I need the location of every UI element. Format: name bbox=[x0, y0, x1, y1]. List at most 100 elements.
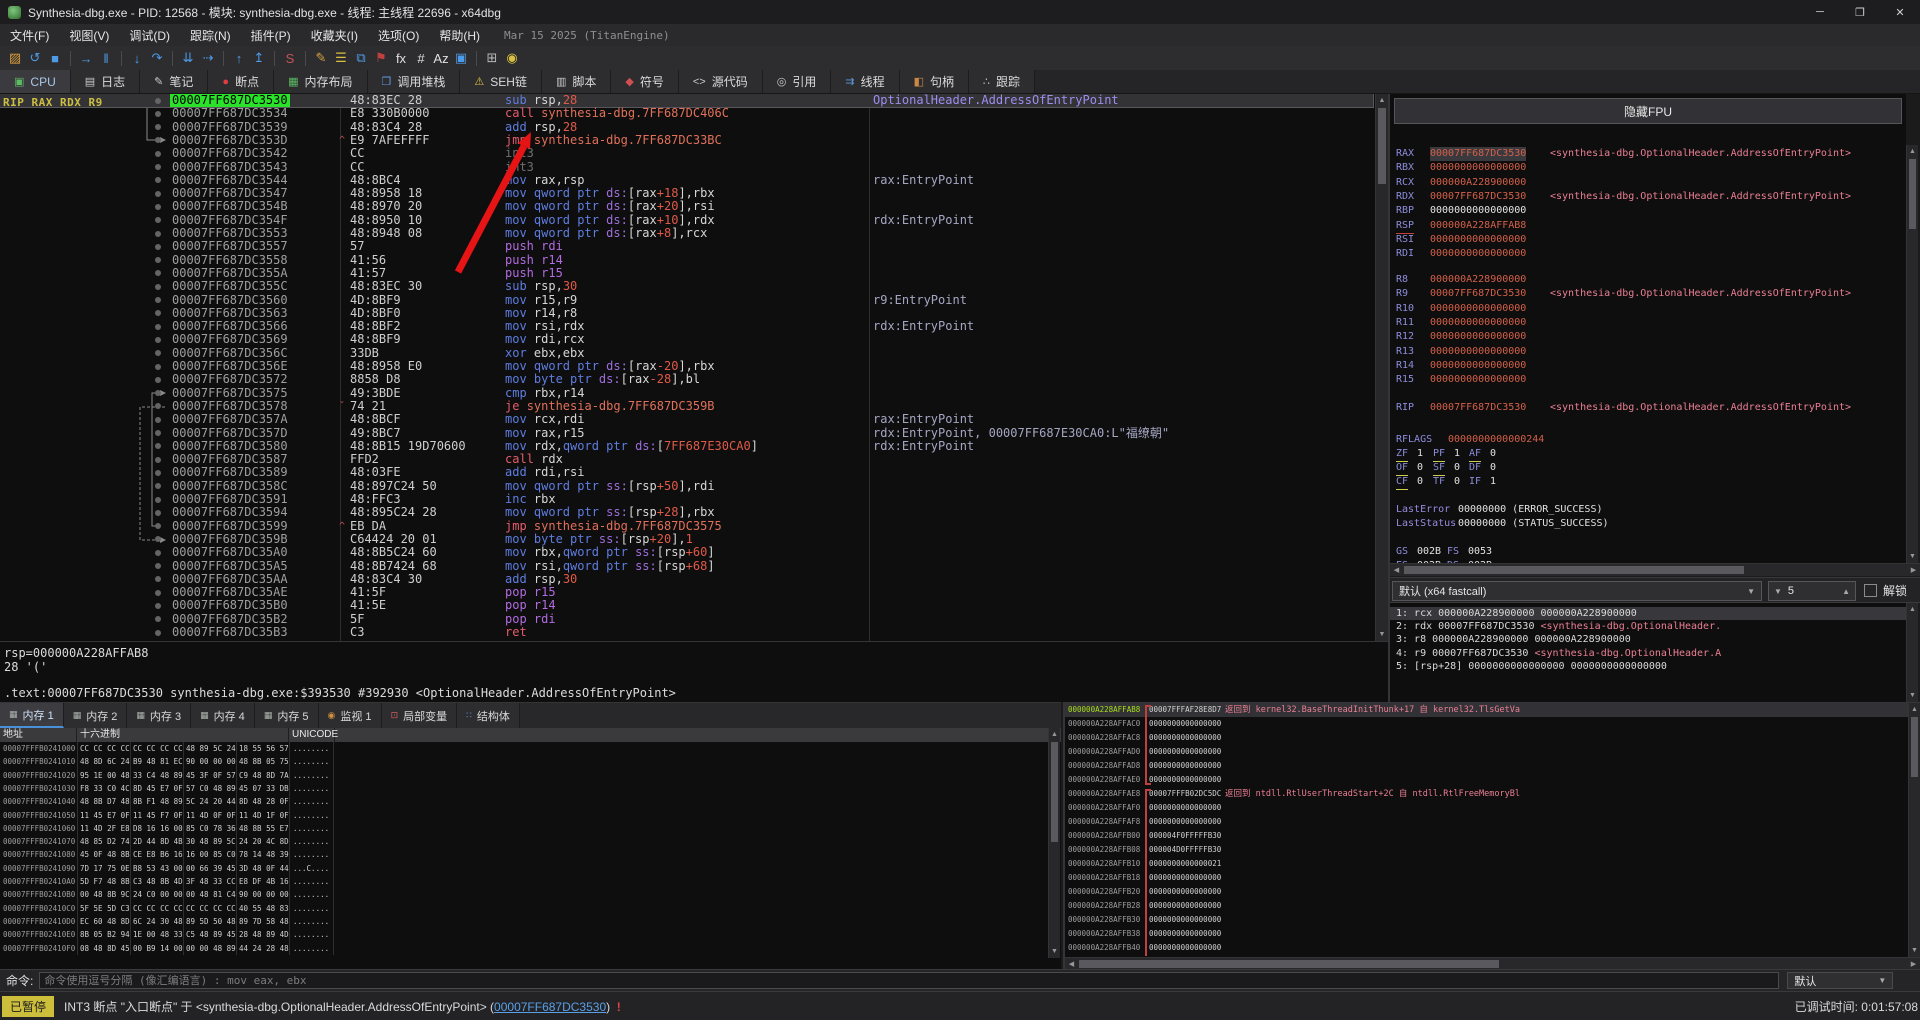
register-row[interactable]: R140000000000000000 bbox=[1390, 359, 1906, 373]
menu-item[interactable]: 视图(V) bbox=[59, 27, 119, 44]
breakpoint-dot[interactable] bbox=[155, 390, 161, 396]
flag-name[interactable]: TF bbox=[1433, 475, 1445, 489]
breakpoint-dot[interactable] bbox=[155, 164, 161, 170]
disasm-row[interactable]: 00007FF687DC354B48:8970 20mov qword ptr … bbox=[0, 200, 1373, 213]
command-profile-select[interactable]: 默认 ▼ bbox=[1787, 972, 1893, 989]
breakpoint-dot[interactable] bbox=[155, 191, 161, 197]
dump-row[interactable]: 00007FFFB02410F008 48 8D 4500 B9 14 0000… bbox=[0, 942, 1048, 955]
breakpoint-dot[interactable] bbox=[155, 177, 161, 183]
tab-call-stack[interactable]: ❐调用堆栈 bbox=[368, 70, 461, 93]
register-row[interactable]: CF0TF0IF1 bbox=[1390, 475, 1906, 489]
breakpoint-dot[interactable] bbox=[155, 510, 161, 516]
registers-scrollbar[interactable]: ▲ ▼ bbox=[1906, 145, 1918, 563]
registers-pane[interactable]: RAX00007FF687DC3530<synthesia-dbg.Option… bbox=[1390, 94, 1906, 563]
register-row[interactable]: R900007FF687DC3530<synthesia-dbg.Optiona… bbox=[1390, 287, 1906, 301]
dump-row[interactable]: 00007FFFB02410E08B 05 B2 941E 00 48 33C5… bbox=[0, 928, 1048, 941]
disassembly-pane[interactable]: 00007FF687DC353048:83EC 28sub rsp,28Opti… bbox=[0, 94, 1375, 641]
tab-log[interactable]: ▤日志 bbox=[71, 70, 140, 93]
stack-row[interactable]: 000000A228AFFB100000000000000021 bbox=[1065, 857, 1908, 871]
flag-name[interactable]: OF bbox=[1396, 461, 1408, 476]
dump-row[interactable]: 00007FFFB024102095 1E 00 4833 C4 48 8945… bbox=[0, 769, 1048, 782]
stack-row[interactable]: 000000A228AFFAF80000000000000000 bbox=[1065, 815, 1908, 829]
register-value[interactable]: 0000000000000000 bbox=[1430, 359, 1526, 373]
breakpoint-dot[interactable] bbox=[155, 403, 161, 409]
breakpoint-dot[interactable] bbox=[155, 550, 161, 556]
tab-seh-chain[interactable]: ⚠SEH链 bbox=[460, 70, 542, 93]
register-value[interactable]: 0000000000000000 bbox=[1430, 316, 1526, 330]
breakpoint-dot[interactable] bbox=[155, 284, 161, 290]
menu-item[interactable]: 跟踪(N) bbox=[180, 27, 241, 44]
arg-count-stepper[interactable]: ▼ 5 ▲ bbox=[1768, 581, 1856, 601]
bookmark-button[interactable]: ⚑ bbox=[372, 50, 390, 66]
calculator-button[interactable]: ⊞ bbox=[483, 50, 501, 66]
dump-row[interactable]: 00007FFFB02410A05D F7 48 8BC3 48 8B 4D3F… bbox=[0, 875, 1048, 888]
execute-till-return-button[interactable]: ↑ bbox=[230, 51, 248, 66]
tab-symbols[interactable]: ◆符号 bbox=[611, 70, 678, 93]
flag-name[interactable]: CF bbox=[1396, 475, 1408, 490]
stack-row[interactable]: 000000A228AFFAB800007FFFAF28E8D7返回到 kern… bbox=[1065, 703, 1908, 717]
stack-row[interactable]: 000000A228AFFB400000000000000000 bbox=[1065, 941, 1908, 955]
run-to-user-code-button[interactable]: ↥ bbox=[250, 50, 268, 66]
tab-dump1[interactable]: ▦内存 1 bbox=[0, 703, 64, 728]
command-input[interactable] bbox=[39, 972, 1779, 989]
register-row[interactable]: R100000000000000000 bbox=[1390, 302, 1906, 316]
dump-column-header[interactable]: UNICODE bbox=[289, 728, 335, 742]
breakpoint-dot[interactable] bbox=[155, 563, 161, 569]
menu-item[interactable]: 帮助(H) bbox=[429, 27, 490, 44]
breakpoint-dot[interactable] bbox=[155, 377, 161, 383]
register-row[interactable]: LastStatus00000000 (STATUS_SUCCESS) bbox=[1390, 517, 1906, 531]
args-scrollbar[interactable]: ▲ ▼ bbox=[1906, 603, 1918, 702]
register-row[interactable]: RSP000000A228AFFAB8 bbox=[1390, 219, 1906, 233]
register-row[interactable]: RBP0000000000000000 bbox=[1390, 204, 1906, 218]
disasm-row[interactable]: 00007FF687DC356E48:8958 E0mov qword ptr … bbox=[0, 360, 1373, 373]
breakpoint-dot[interactable] bbox=[155, 337, 161, 343]
label-button[interactable]: ⧉ bbox=[352, 50, 370, 66]
dump-row[interactable]: 00007FFFB024101048 8D 6C 24B9 48 81 EC90… bbox=[0, 755, 1048, 768]
tab-dump3[interactable]: ▦内存 3 bbox=[127, 703, 191, 728]
register-row[interactable]: RSI0000000000000000 bbox=[1390, 233, 1906, 247]
breakpoint-dot[interactable] bbox=[155, 270, 161, 276]
disasm-row[interactable]: 00007FF687DC355757push rdi bbox=[0, 240, 1373, 253]
register-row[interactable]: R110000000000000000 bbox=[1390, 316, 1906, 330]
breakpoint-dot[interactable] bbox=[155, 151, 161, 157]
stack-row[interactable]: 000000A228AFFAD80000000000000000 bbox=[1065, 759, 1908, 773]
disasm-row[interactable]: 00007FF687DC353948:83C4 28add rsp,28 bbox=[0, 121, 1373, 134]
flag-name[interactable]: AF bbox=[1469, 447, 1481, 462]
register-value[interactable]: 0000000000000000 bbox=[1430, 161, 1526, 175]
register-value[interactable]: 00007FF687DC3530 bbox=[1430, 401, 1526, 415]
breakpoint-dot[interactable] bbox=[155, 417, 161, 423]
dump-row[interactable]: 00007FFFB02410907D 17 75 0EB8 53 43 0000… bbox=[0, 862, 1048, 875]
trace-into-button[interactable]: ⇊ bbox=[179, 50, 197, 66]
tab-watch1[interactable]: ◉监视 1 bbox=[319, 703, 382, 728]
menu-item[interactable]: 插件(P) bbox=[241, 27, 301, 44]
dump-column-header[interactable]: 地址 bbox=[0, 728, 77, 742]
fastcall-arg-row[interactable]: 1: rcx 000000A228900000 000000A228900000 bbox=[1390, 607, 1906, 620]
register-value[interactable]: 0000000000000000 bbox=[1430, 233, 1526, 247]
register-row[interactable]: OF0SF0DF0 bbox=[1390, 461, 1906, 475]
register-value[interactable]: 0000000000000000 bbox=[1430, 330, 1526, 344]
dump-row[interactable]: 00007FFFB02410C05F 5E 5D C3CC CC CC CCCC… bbox=[0, 902, 1048, 915]
disasm-row[interactable]: 00007FF687DC358948:03FEadd rdi,rsi bbox=[0, 466, 1373, 479]
tab-threads[interactable]: ⇉线程 bbox=[831, 70, 899, 93]
comment-button[interactable]: ☰ bbox=[332, 50, 350, 66]
stack-scrollbar[interactable]: ▲ ▼ bbox=[1908, 703, 1920, 957]
register-row[interactable]: RCX000000A228900000 bbox=[1390, 176, 1906, 190]
disasm-row[interactable]: 00007FF687DC35A548:8B7424 68mov rsi,qwor… bbox=[0, 560, 1373, 573]
breakpoint-dot[interactable] bbox=[155, 470, 161, 476]
open-file-button[interactable]: ▨ bbox=[6, 50, 24, 66]
breakpoint-dot[interactable] bbox=[155, 616, 161, 622]
disasm-row[interactable]: 00007FF687DC359448:895C24 28mov qword pt… bbox=[0, 506, 1373, 519]
breakpoint-dot[interactable] bbox=[155, 310, 161, 316]
register-value[interactable]: 000000A228900000 bbox=[1430, 273, 1526, 287]
breakpoint-dot[interactable] bbox=[155, 231, 161, 237]
disasm-row[interactable]: 00007FF687DC35B25Fpop rdi bbox=[0, 613, 1373, 626]
disasm-row[interactable]: 00007FF687DC358048:8B15 19D70600mov rdx,… bbox=[0, 440, 1373, 453]
register-value[interactable]: 0000000000000000 bbox=[1430, 345, 1526, 359]
disasm-row[interactable]: 00007FF687DC359BC64424 20 01mov byte ptr… bbox=[0, 533, 1373, 546]
register-value[interactable]: 0000000000000000 bbox=[1430, 204, 1526, 218]
breakpoint-dot[interactable] bbox=[155, 137, 161, 143]
menu-item[interactable]: 选项(O) bbox=[368, 27, 429, 44]
disasm-row[interactable]: 00007FF687DC355348:8948 08mov qword ptr … bbox=[0, 227, 1373, 240]
preferences-button[interactable]: ◉ bbox=[503, 50, 521, 66]
stack-row[interactable]: 000000A228AFFB00000004F0FFFFFB30 bbox=[1065, 829, 1908, 843]
